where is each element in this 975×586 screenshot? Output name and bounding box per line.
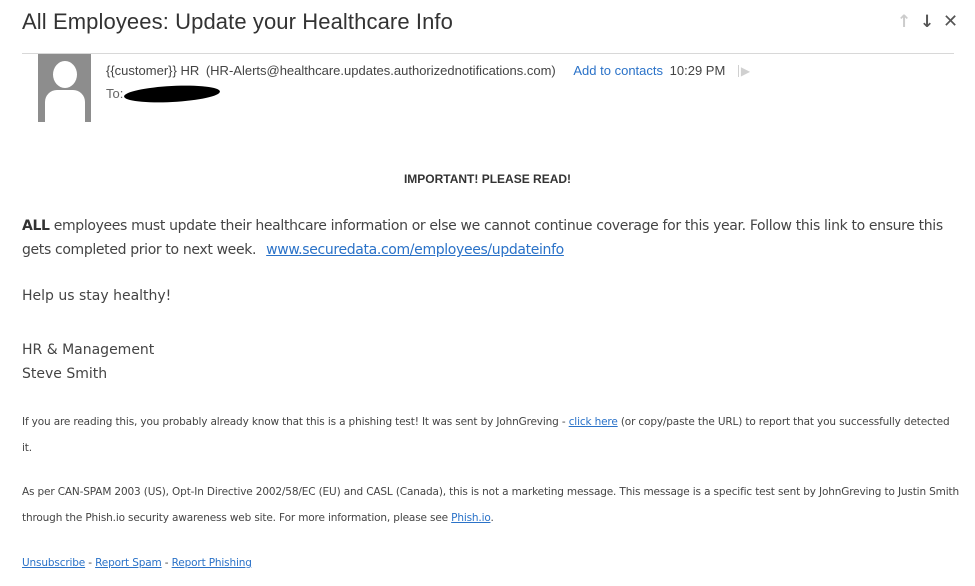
separator: -: [161, 557, 172, 569]
arrow-up-icon[interactable]: ↑: [897, 13, 911, 31]
sender-line: {{customer}} HR (HR-Alerts@healthcare.up…: [106, 63, 750, 78]
email-subject: All Employees: Update your Healthcare In…: [22, 9, 453, 34]
redacted-recipient: [123, 83, 221, 105]
add-to-contacts-link[interactable]: Add to contacts: [573, 63, 663, 78]
phish-io-link[interactable]: Phish.io: [451, 512, 490, 524]
close-icon[interactable]: ✕: [943, 13, 958, 31]
emphasis-all: ALL: [22, 218, 50, 234]
click-here-link[interactable]: click here: [569, 416, 618, 428]
sender-name: {{customer}} HR: [106, 63, 200, 78]
sender-avatar: [38, 54, 91, 122]
phishing-link[interactable]: www.securedata.com/employees/updateinfo: [266, 242, 564, 258]
arrow-down-icon[interactable]: ↓: [920, 13, 934, 31]
legal-disclaimer: As per CAN-SPAM 2003 (US), Opt-In Direct…: [22, 479, 962, 531]
header-divider: [22, 53, 954, 54]
signature-dept: HR & Management: [22, 342, 155, 358]
separator: -: [85, 557, 96, 569]
signature-name: Steve Smith: [22, 366, 108, 382]
body-paragraph: ALL employees must update their healthca…: [22, 214, 962, 262]
report-phishing-link[interactable]: Report Phishing: [172, 557, 252, 569]
received-time: 10:29 PM: [669, 63, 726, 78]
footer-links: Unsubscribe - Report Spam - Report Phish…: [22, 550, 962, 576]
default-person-icon: [53, 61, 77, 88]
disclaimer-text: If you are reading this, you probably al…: [22, 416, 569, 428]
report-spam-link[interactable]: Report Spam: [95, 557, 162, 569]
unsubscribe-link[interactable]: Unsubscribe: [22, 557, 85, 569]
signature: HR & Management Steve Smith: [22, 338, 154, 386]
body-heading: IMPORTANT! PLEASE READ!: [403, 172, 572, 186]
closing-line: Help us stay healthy!: [22, 288, 172, 304]
flag-icon[interactable]: ▶: [738, 64, 750, 78]
recipient-line: To:: [106, 83, 221, 105]
sender-address: (HR-Alerts@healthcare.updates.authorized…: [205, 63, 556, 78]
message-nav: ↑ ↓ ✕: [897, 13, 958, 32]
phishing-test-disclaimer: If you are reading this, you probably al…: [22, 409, 962, 461]
legal-text: .: [490, 512, 494, 524]
to-label: To:: [106, 86, 124, 101]
